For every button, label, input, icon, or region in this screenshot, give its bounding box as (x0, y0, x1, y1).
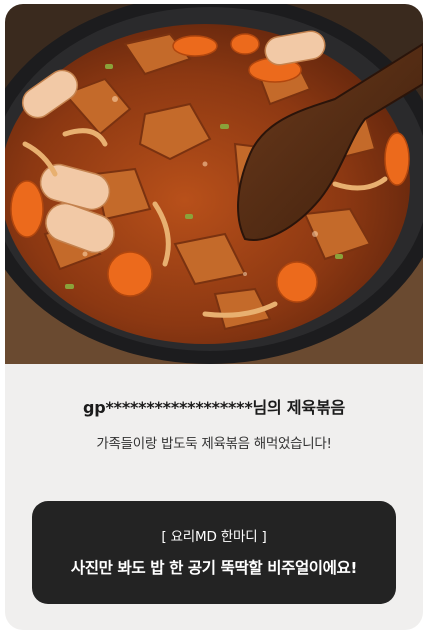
review-card: gp******************님의 제육볶음 가족들이랑 밥도둑 제육… (5, 4, 423, 630)
md-comment-box: [ 요리MD 한마디 ] 사진만 봐도 밥 한 공기 뚝딱할 비주얼이에요! (32, 501, 396, 604)
food-photo (5, 4, 423, 364)
review-text: 가족들이랑 밥도둑 제육볶음 해먹었습니다! (96, 436, 332, 452)
md-comment-label: [ 요리MD 한마디 ] (161, 529, 267, 545)
md-comment-text: 사진만 봐도 밥 한 공기 뚝딱할 비주얼이에요! (70, 559, 358, 577)
review-title: gp******************님의 제육볶음 (82, 398, 345, 417)
